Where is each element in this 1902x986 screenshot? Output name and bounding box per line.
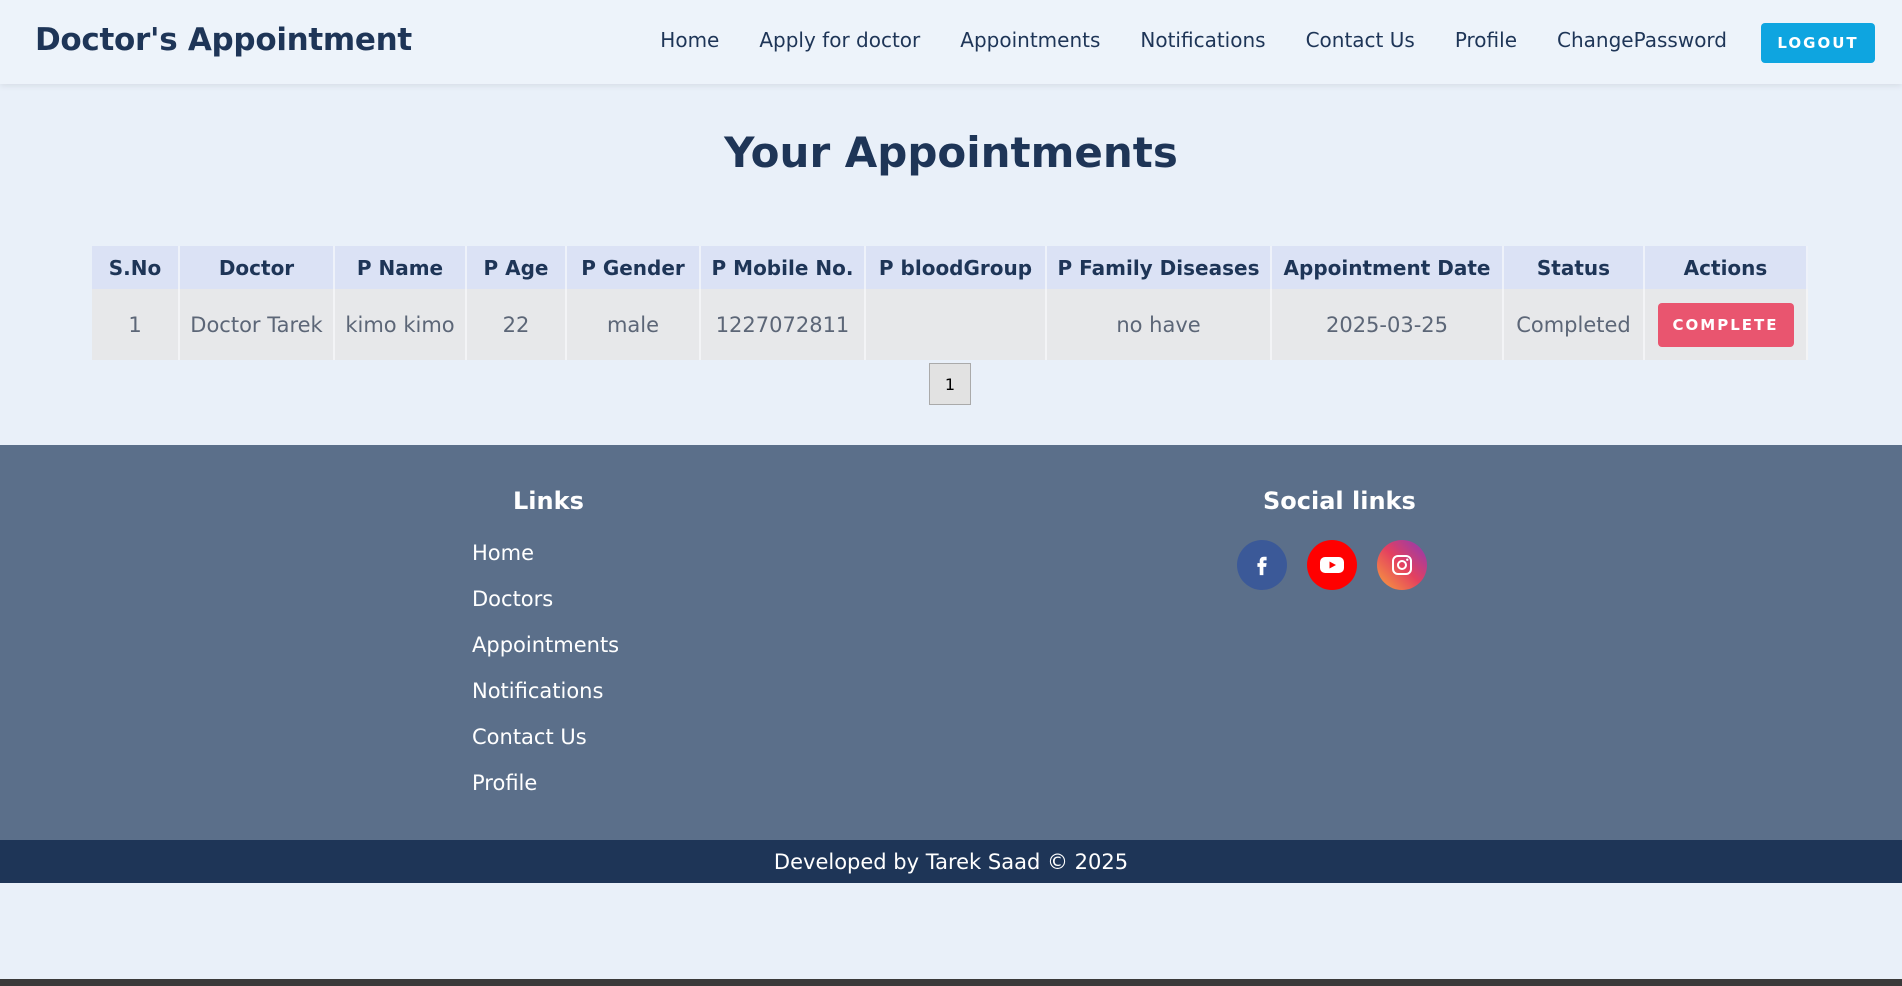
column-header-appointment-date: Appointment Date — [1271, 246, 1504, 289]
cell-sno: 1 — [92, 289, 180, 360]
column-header-p-blood-group: P bloodGroup — [865, 246, 1047, 289]
facebook-link[interactable] — [1237, 540, 1287, 590]
footer-link-doctors[interactable]: Doctors — [472, 587, 619, 633]
table-header-row: S.No Doctor P Name P Age P Gender P Mobi… — [92, 246, 1808, 289]
cell-p-age: 22 — [466, 289, 567, 360]
footer-link-profile[interactable]: Profile — [472, 771, 619, 817]
page-title: Your Appointments — [724, 128, 1178, 177]
footer: Links Home Doctors Appointments Notifica… — [0, 445, 1902, 841]
column-header-sno: S.No — [92, 246, 180, 289]
footer-link-contact-us[interactable]: Contact Us — [472, 725, 619, 771]
footer-link-home[interactable]: Home — [472, 541, 619, 587]
column-header-p-age: P Age — [466, 246, 567, 289]
nav-notifications[interactable]: Notifications — [1140, 28, 1265, 52]
nav-profile[interactable]: Profile — [1455, 28, 1517, 52]
cell-appointment-date: 2025-03-25 — [1271, 289, 1504, 360]
cell-p-family-diseases: no have — [1046, 289, 1272, 360]
complete-button[interactable]: COMPLETE — [1657, 302, 1794, 347]
cell-doctor: Doctor Tarek — [179, 289, 335, 360]
column-header-actions: Actions — [1644, 246, 1808, 289]
footer-link-notifications[interactable]: Notifications — [472, 679, 619, 725]
column-header-p-mobile: P Mobile No. — [700, 246, 866, 289]
logout-button[interactable]: LOGOUT — [1761, 23, 1875, 63]
social-links — [1237, 540, 1427, 590]
cell-p-gender: male — [566, 289, 701, 360]
table-row: 1 Doctor Tarek kimo kimo 22 male 1227072… — [92, 289, 1808, 360]
nav-home[interactable]: Home — [660, 28, 719, 52]
nav-change-password[interactable]: ChangePassword — [1557, 28, 1727, 52]
youtube-link[interactable] — [1307, 540, 1357, 590]
bottom-divider — [0, 979, 1902, 986]
cell-p-name: kimo kimo — [334, 289, 467, 360]
cell-actions: COMPLETE — [1644, 289, 1808, 360]
instagram-link[interactable] — [1377, 540, 1427, 590]
footer-links-list: Home Doctors Appointments Notifications … — [472, 541, 619, 817]
instagram-icon — [1392, 555, 1412, 575]
footer-social-heading: Social links — [1263, 487, 1416, 515]
column-header-status: Status — [1503, 246, 1645, 289]
footer-links-heading: Links — [513, 487, 584, 515]
main-nav: Home Apply for doctor Appointments Notif… — [660, 28, 1727, 52]
youtube-icon — [1320, 557, 1344, 573]
column-header-p-family-diseases: P Family Diseases — [1046, 246, 1272, 289]
copyright-bar: Developed by Tarek Saad © 2025 — [0, 840, 1902, 883]
column-header-p-name: P Name — [334, 246, 467, 289]
nav-apply-for-doctor[interactable]: Apply for doctor — [759, 28, 920, 52]
cell-status: Completed — [1503, 289, 1645, 360]
footer-link-appointments[interactable]: Appointments — [472, 633, 619, 679]
nav-appointments[interactable]: Appointments — [960, 28, 1100, 52]
nav-contact-us[interactable]: Contact Us — [1306, 28, 1415, 52]
brand-title[interactable]: Doctor's Appointment — [35, 22, 412, 58]
cell-p-blood-group — [865, 289, 1047, 360]
appointments-table: S.No Doctor P Name P Age P Gender P Mobi… — [92, 246, 1808, 360]
column-header-doctor: Doctor — [179, 246, 335, 289]
pagination-page-button[interactable]: 1 — [929, 363, 971, 405]
facebook-icon — [1257, 556, 1267, 576]
cell-p-mobile: 1227072811 — [700, 289, 866, 360]
navbar: Doctor's Appointment Home Apply for doct… — [0, 0, 1902, 84]
column-header-p-gender: P Gender — [566, 246, 701, 289]
